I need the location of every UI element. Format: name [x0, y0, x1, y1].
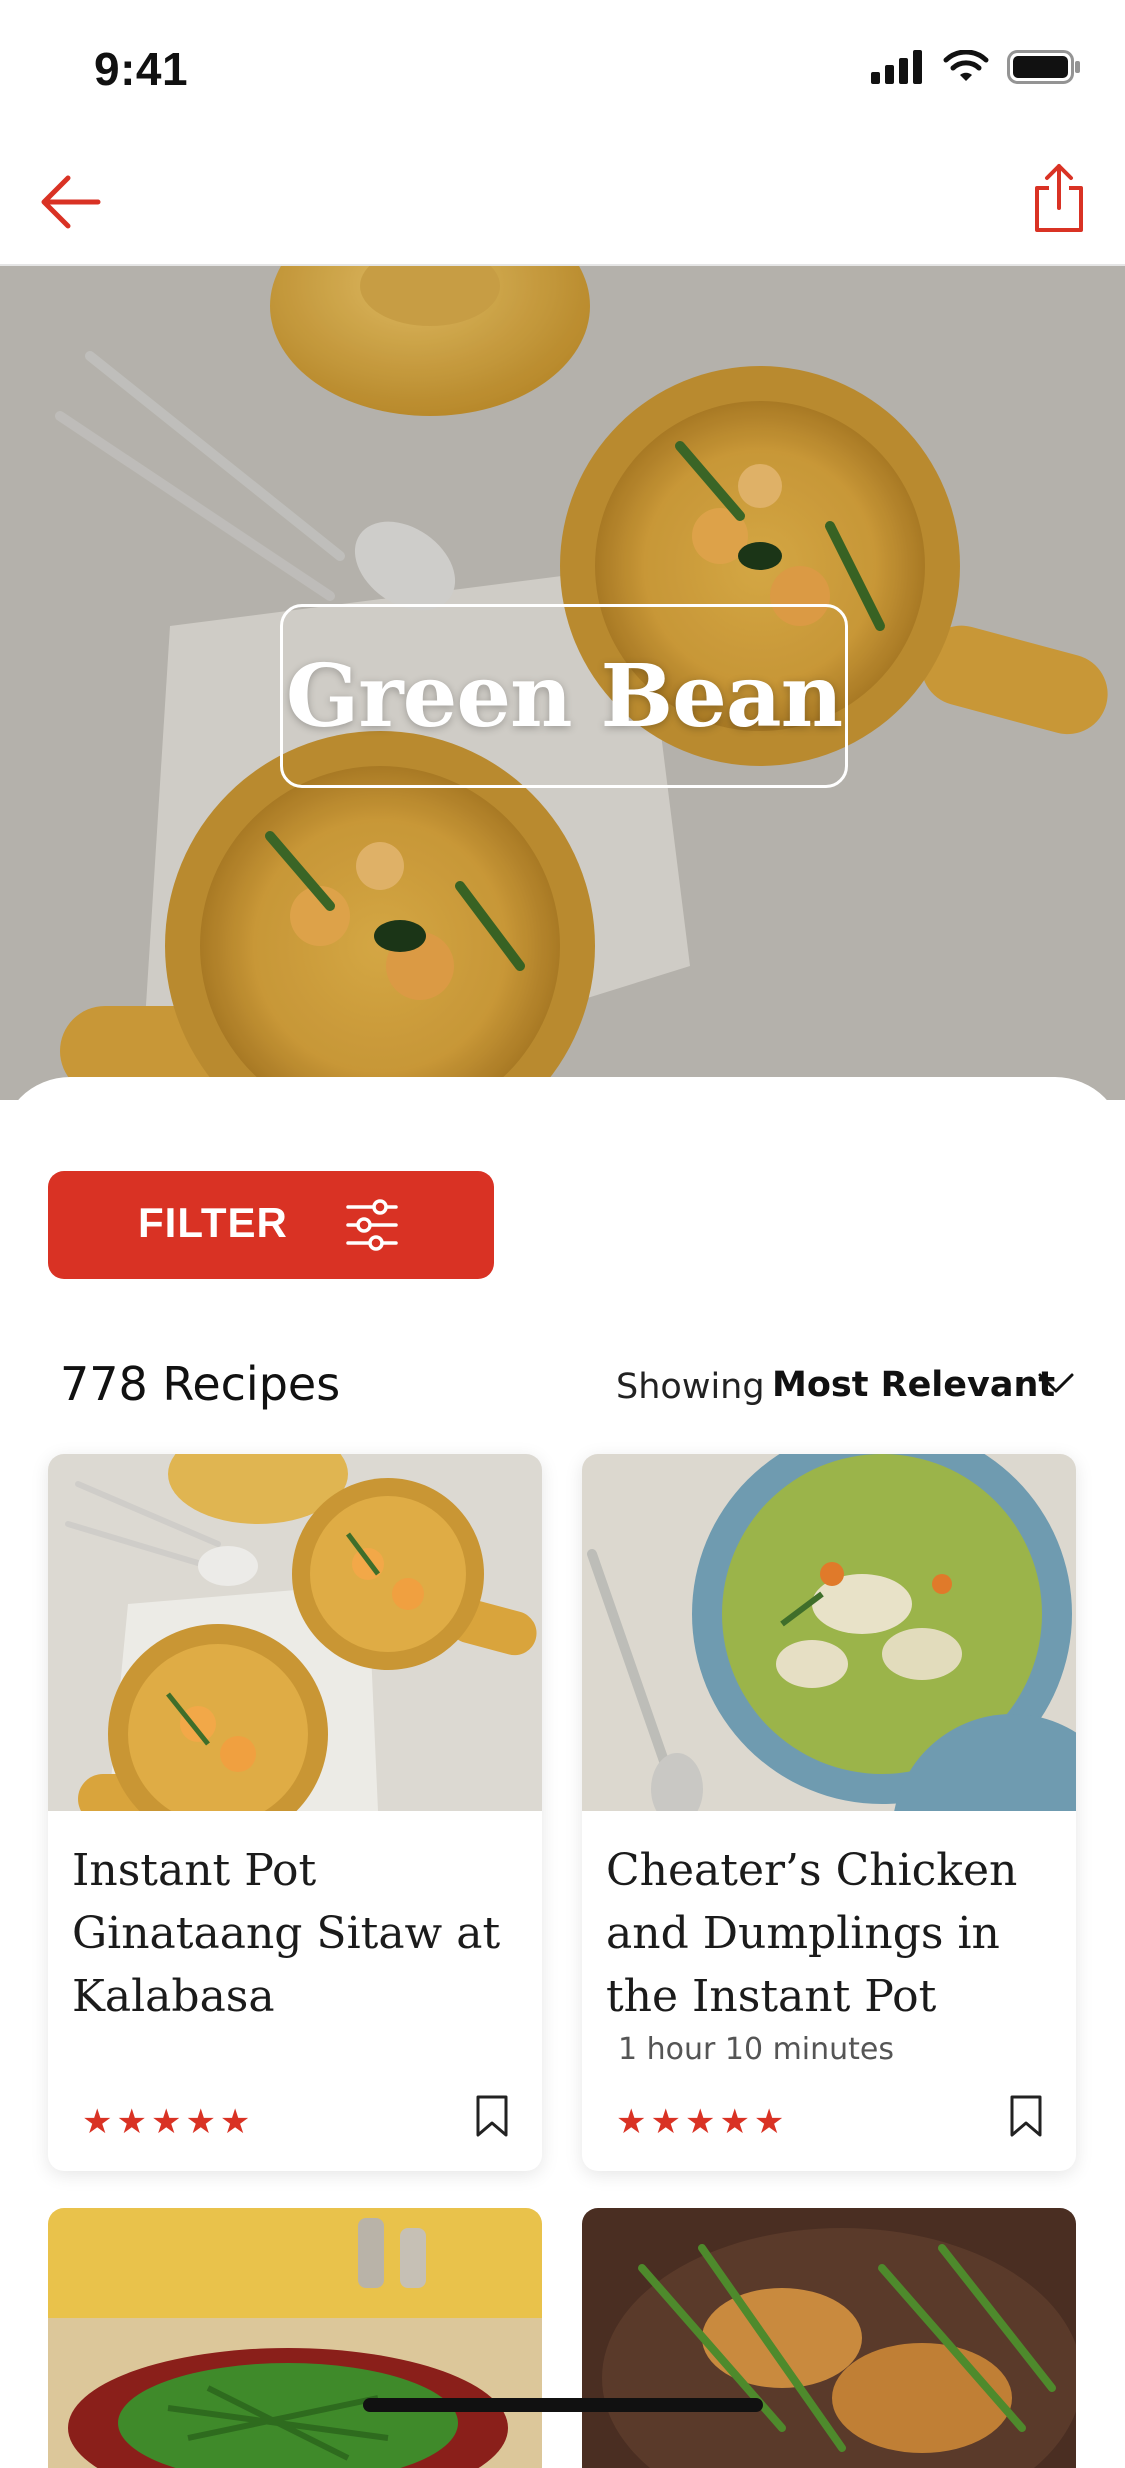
recipe-card[interactable]	[582, 2208, 1076, 2468]
showing-label: Showing	[616, 1367, 765, 1407]
share-button[interactable]	[1029, 162, 1089, 234]
recipe-card[interactable]: Instant Pot Ginataang Sitaw at Kalabasa …	[48, 1454, 542, 2171]
sort-dropdown[interactable]: Most Relevant	[772, 1365, 1055, 1405]
recipe-image	[582, 2208, 1076, 2468]
back-button[interactable]	[38, 172, 102, 232]
status-bar: 9:41	[0, 0, 1125, 132]
recipe-image	[48, 1454, 542, 1811]
star-rating: ★★★★★	[82, 2102, 255, 2142]
wifi-icon	[943, 50, 989, 81]
bookmark-icon[interactable]	[474, 2094, 510, 2138]
home-indicator[interactable]	[363, 2398, 763, 2412]
sliders-icon	[346, 1199, 398, 1251]
share-icon	[1035, 164, 1083, 232]
recipe-time: 1 hour 10 minutes	[618, 2032, 895, 2067]
bookmark-icon[interactable]	[1008, 2094, 1044, 2138]
star-rating: ★★★★★	[616, 2102, 789, 2142]
filter-label: FILTER	[138, 1199, 288, 1246]
recipe-image	[582, 1454, 1076, 1811]
recipe-title: Instant Pot Ginataang Sitaw at Kalabasa	[72, 1845, 501, 2022]
recipe-title: Cheater’s Chicken and Dumplings in the I…	[606, 1845, 1018, 2022]
recipes-count: 778 Recipes	[60, 1357, 341, 1411]
nav-bar	[0, 132, 1125, 266]
signal-icon	[871, 50, 922, 84]
recipe-card[interactable]	[48, 2208, 542, 2468]
status-time: 9:41	[94, 43, 189, 95]
recipe-card[interactable]: Cheater’s Chicken and Dumplings in the I…	[582, 1454, 1076, 2171]
filter-button[interactable]: FILTER	[48, 1171, 494, 1279]
battery-icon	[1007, 50, 1080, 84]
arrow-left-icon	[41, 175, 101, 229]
status-icons	[871, 50, 1081, 84]
hero-image: Green Bean	[0, 266, 1125, 1100]
chevron-down-icon[interactable]	[1036, 1367, 1076, 1397]
recipe-image	[48, 2208, 542, 2468]
hero-title-box: Green Bean	[280, 604, 848, 788]
hero-title: Green Bean	[285, 645, 843, 747]
